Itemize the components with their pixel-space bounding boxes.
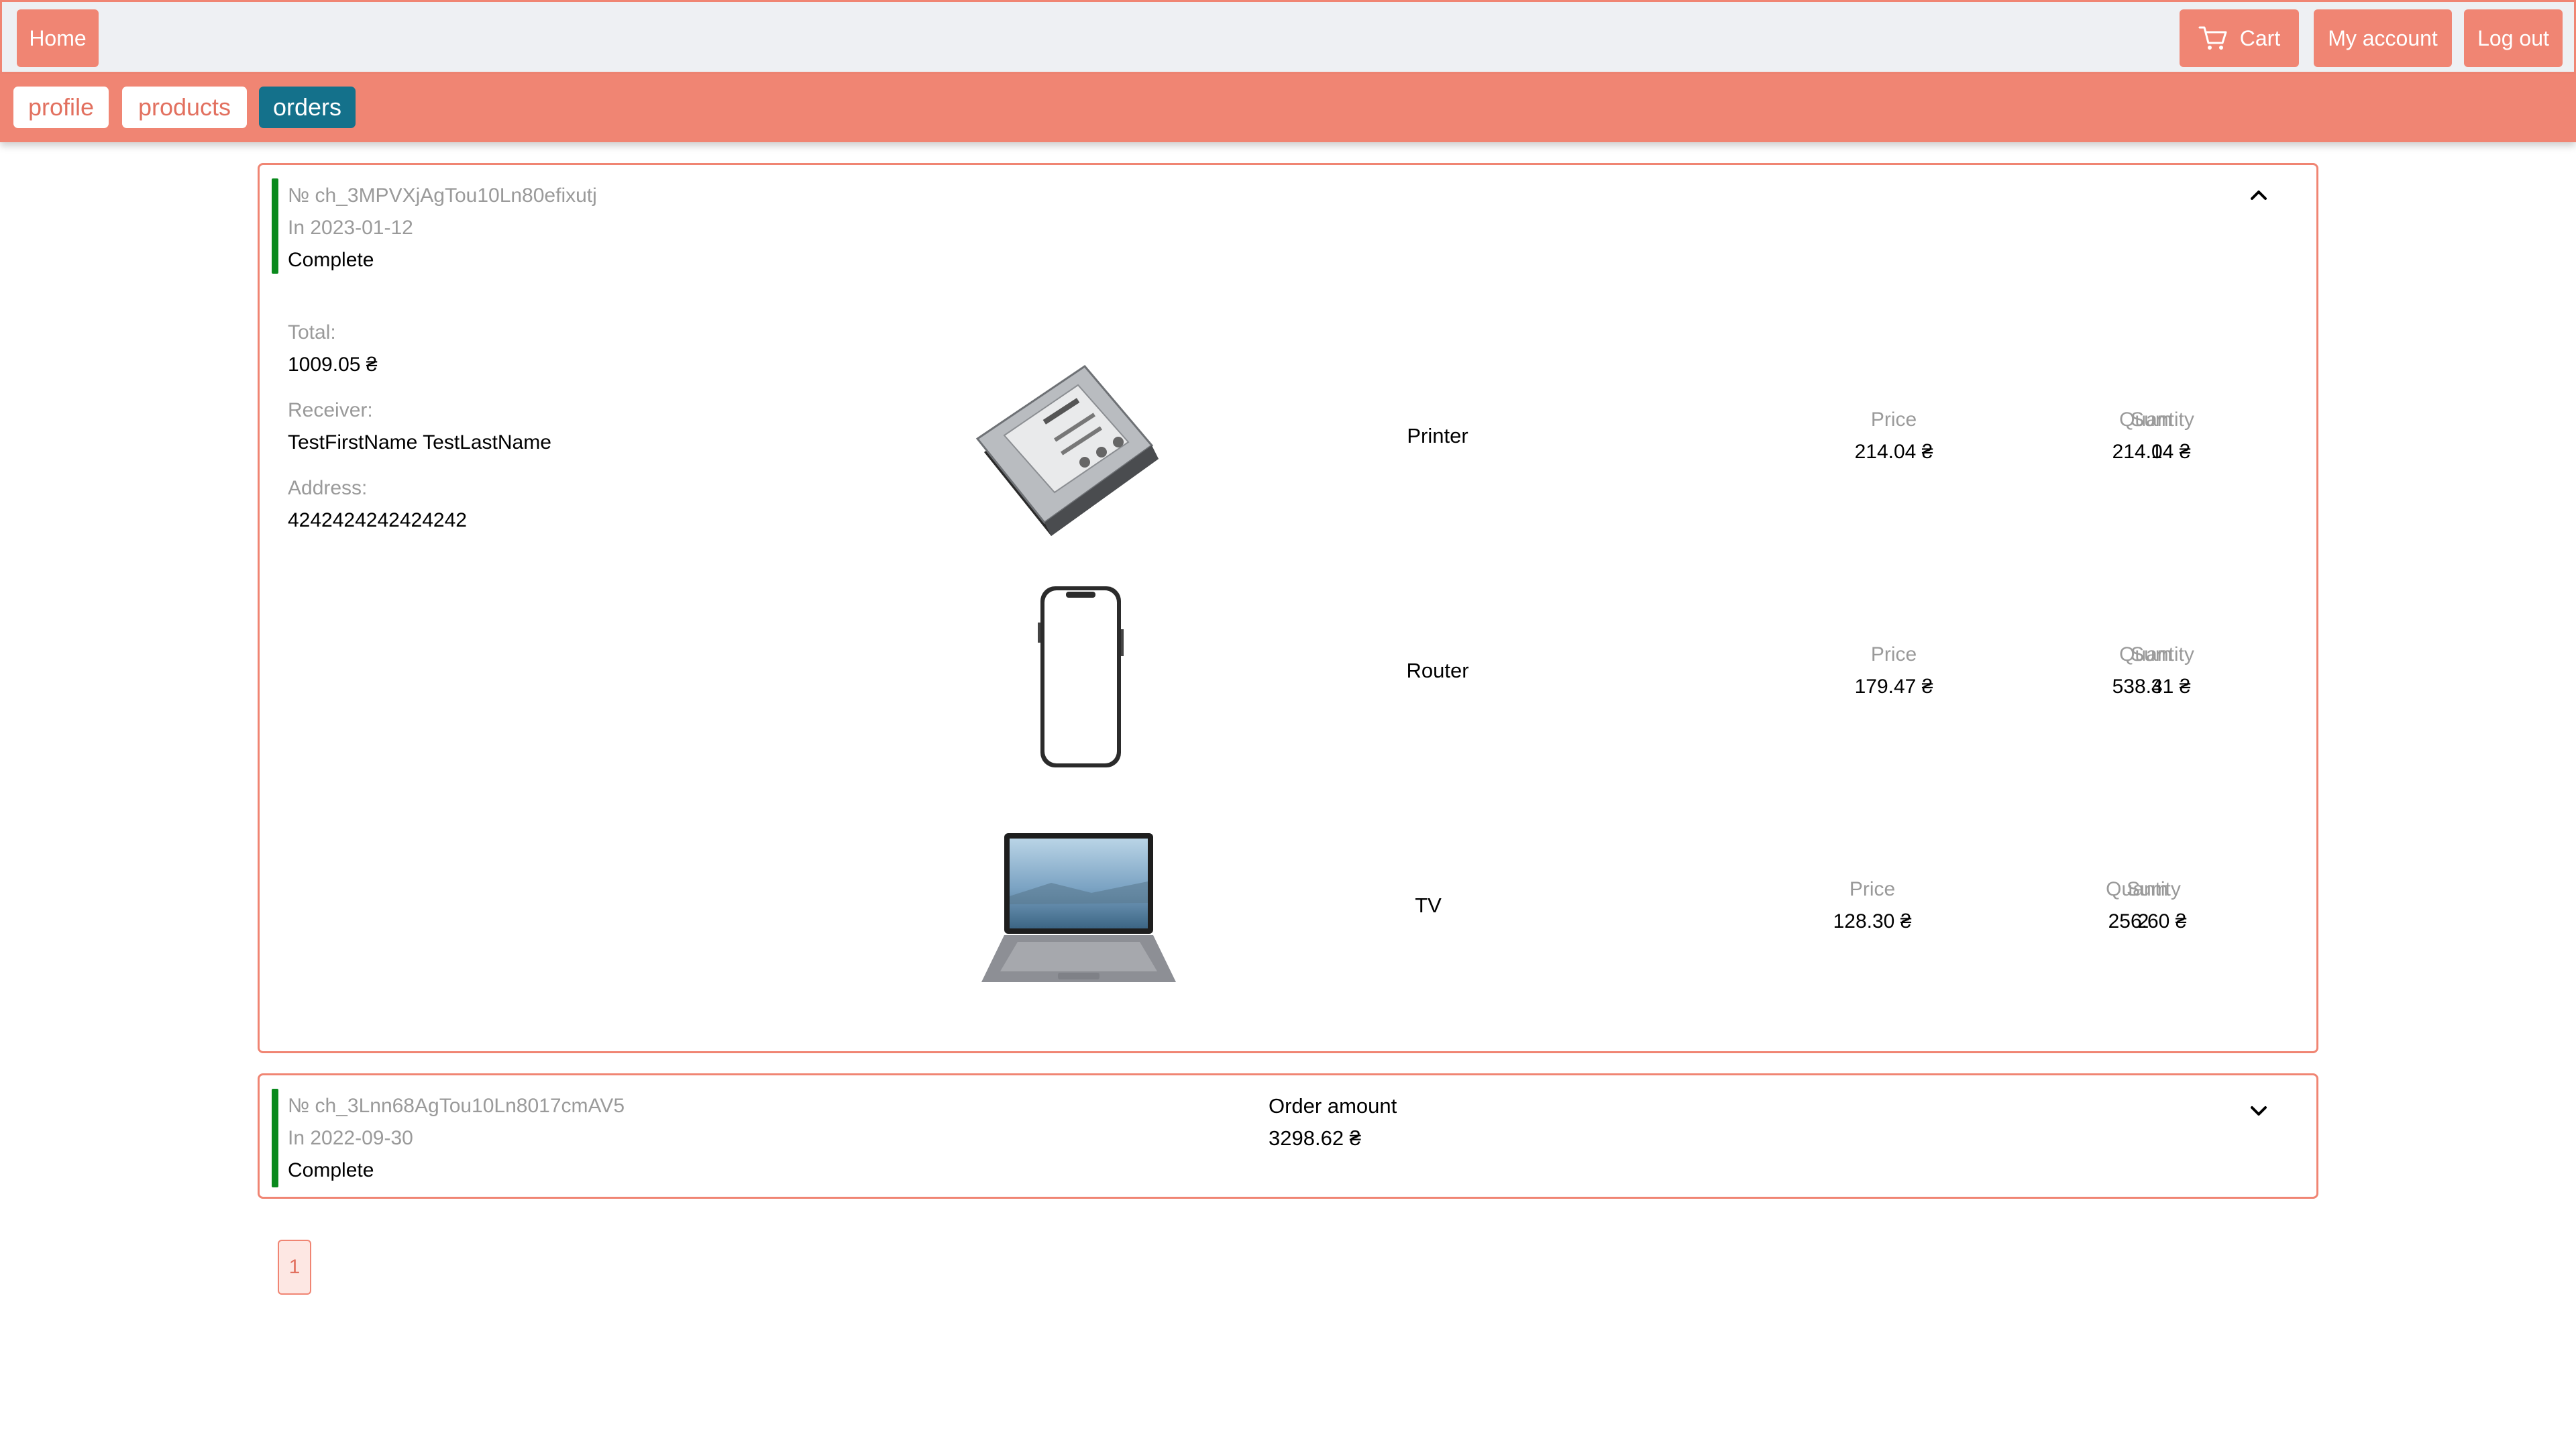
my-account-button[interactable]: My account — [2314, 9, 2452, 67]
price-label: Price — [1870, 409, 1917, 431]
order-amount-value: 3298.62 ₴ — [1269, 1126, 1361, 1150]
order-header: № ch_3Lnn68AgTou10Ln8017cmAV5 In 2022-09… — [288, 1090, 625, 1187]
item-price: Price 179.47 ₴ — [1807, 639, 1981, 703]
status-indicator — [272, 1089, 278, 1187]
item-price: Price 128.30 ₴ — [1785, 873, 1960, 938]
tab-products[interactable]: products — [122, 87, 247, 128]
order-number: № ch_3Lnn68AgTou10Ln8017cmAV5 — [288, 1095, 625, 1117]
top-navbar: Home Cart My account Log out — [0, 0, 2576, 74]
tab-orders[interactable]: orders — [259, 87, 356, 128]
log-out-button[interactable]: Log out — [2464, 9, 2563, 67]
item-sum: Sum 256.60 ₴ — [2060, 873, 2235, 938]
price-value: 214.04 ₴ — [1854, 441, 1933, 463]
sum-value: 538.41 ₴ — [2112, 676, 2191, 698]
item-price: Price 214.04 ₴ — [1807, 404, 1981, 468]
order-amount-label: Order amount — [1269, 1094, 1397, 1118]
item-sum: Sum 538.41 ₴ — [2064, 639, 2239, 703]
order-date: In 2022-09-30 — [288, 1127, 413, 1149]
price-value: 179.47 ₴ — [1854, 676, 1933, 698]
pagination-page-1[interactable]: 1 — [278, 1240, 311, 1295]
order-item: TV Price 128.30 ₴ Quantity 2 Sum 256.60 … — [260, 165, 2316, 982]
receiver-value: TestFirstName TestLastName — [288, 431, 551, 453]
address-value: 4242424242424242 — [288, 509, 467, 531]
price-label: Price — [1849, 878, 1896, 900]
price-label: Price — [1870, 643, 1917, 665]
sum-value: 256.60 ₴ — [2108, 910, 2187, 932]
price-value: 128.30 ₴ — [1833, 910, 1912, 932]
item-name: TV — [1415, 894, 1442, 917]
item-name: Router — [1406, 659, 1469, 682]
hard-drive-image — [975, 365, 1159, 536]
cart-icon — [2198, 26, 2227, 50]
chevron-down-icon[interactable] — [2247, 1099, 2271, 1123]
laptop-image — [981, 833, 1176, 982]
order-amount: Order amount 3298.62 ₴ — [1269, 1090, 1397, 1155]
account-subnav: profile products orders — [0, 74, 2576, 142]
receiver-label: Receiver: — [288, 399, 373, 421]
sum-label: Sum — [2131, 409, 2172, 431]
cart-button[interactable]: Cart — [2180, 9, 2299, 67]
cart-label: Cart — [2239, 25, 2281, 50]
sum-label: Sum — [2131, 643, 2172, 665]
item-sum: Sum 214.04 ₴ — [2064, 404, 2239, 468]
sum-value: 214.04 ₴ — [2112, 441, 2191, 463]
order-card[interactable]: № ch_3Lnn68AgTou10Ln8017cmAV5 In 2022-09… — [258, 1073, 2318, 1199]
smartphone-image — [1038, 586, 1124, 767]
address-label: Address: — [288, 477, 368, 499]
sum-label: Sum — [2127, 878, 2168, 900]
tab-profile[interactable]: profile — [13, 87, 109, 128]
order-card: № ch_3MPVXjAgTou10Ln80efixutj In 2023-01… — [258, 163, 2318, 1053]
item-name: Printer — [1407, 424, 1468, 447]
home-button[interactable]: Home — [17, 9, 99, 67]
order-status: Complete — [288, 1159, 374, 1181]
